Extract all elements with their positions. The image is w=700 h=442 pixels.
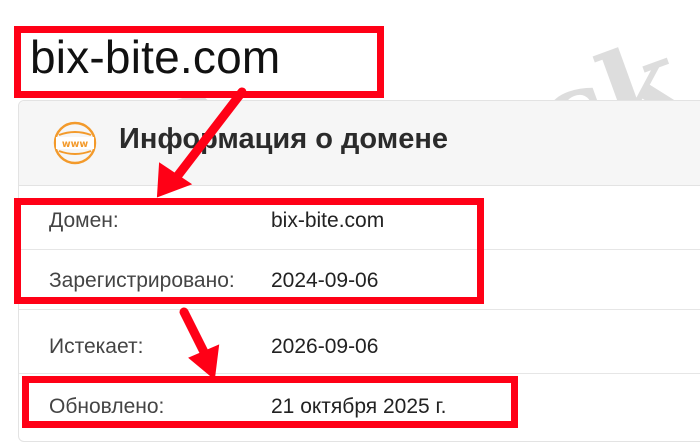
card-header: www Информация о домене <box>19 101 700 186</box>
card-title: Информация о домене <box>119 123 448 155</box>
highlight-box-heading <box>14 26 384 98</box>
www-globe-icon: www <box>53 121 97 165</box>
highlight-box-updated <box>22 376 518 428</box>
row-value: 2026-09-06 <box>271 335 379 358</box>
row-expires: Истекает: 2026-09-06 <box>19 317 700 379</box>
highlight-box-domain-registered <box>14 198 484 304</box>
row-divider <box>19 309 700 310</box>
row-divider <box>19 373 700 374</box>
row-label: Истекает: <box>49 335 144 358</box>
svg-text:www: www <box>62 139 89 150</box>
